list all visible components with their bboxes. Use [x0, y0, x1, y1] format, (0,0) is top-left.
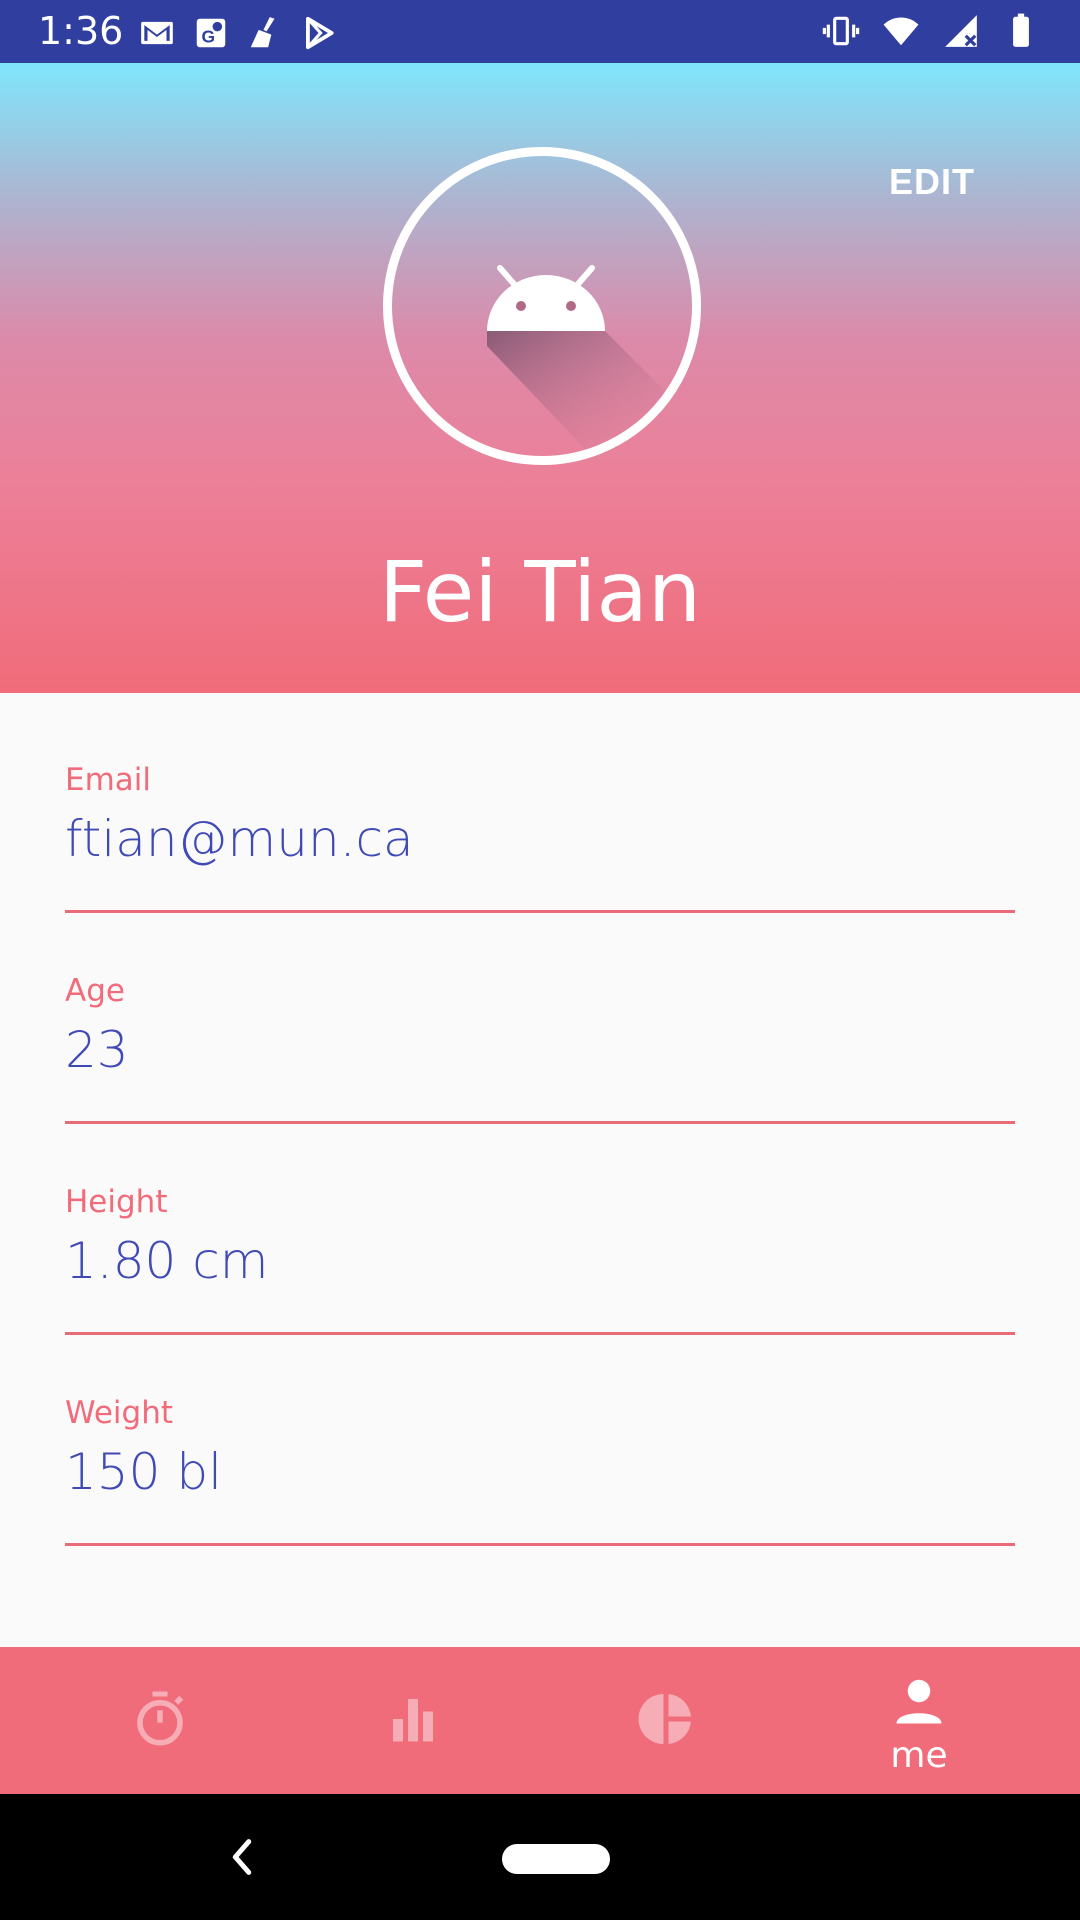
field-underline [65, 910, 1015, 913]
field-label: Email [65, 762, 152, 798]
field-underline [65, 1332, 1015, 1335]
vibrate-icon [822, 16, 860, 46]
bottom-nav: me [0, 1647, 1080, 1794]
android-icon [487, 265, 682, 456]
nav-label-me: me [890, 1735, 948, 1776]
nav-item-timer[interactable] [25, 1647, 295, 1794]
pie-chart-icon [638, 1694, 691, 1744]
nav-item-me[interactable]: me [784, 1647, 1054, 1794]
home-button[interactable] [502, 1844, 610, 1874]
field-value[interactable]: 1.80 cm [65, 1232, 268, 1290]
svg-text:G: G [202, 27, 216, 47]
field-label: Weight [65, 1395, 174, 1431]
maps-icon: G [196, 18, 226, 48]
broom-icon [250, 17, 275, 48]
field-value[interactable]: 150 bl [65, 1443, 222, 1501]
gmail-icon [141, 21, 173, 45]
field-label: Height [65, 1184, 168, 1220]
timer-icon [137, 1691, 184, 1746]
nav-item-chart[interactable] [531, 1647, 801, 1794]
field-value[interactable]: 23 [65, 1021, 129, 1079]
play-store-icon [306, 16, 334, 50]
edit-button[interactable]: EDIT [889, 161, 975, 203]
bar-chart-icon [393, 1699, 433, 1742]
status-bar: 1:36 G [0, 0, 1080, 63]
field-underline [65, 1121, 1015, 1124]
person-icon [896, 1679, 942, 1724]
wifi-icon [883, 17, 919, 46]
signal-icon [945, 15, 977, 47]
status-time: 1:36 [38, 9, 124, 53]
battery-icon [1013, 13, 1029, 47]
nav-item-stats[interactable] [278, 1647, 548, 1794]
profile-header: EDIT Fei Tian [0, 63, 1080, 693]
profile-name: Fei Tian [378, 543, 702, 641]
back-icon[interactable] [220, 1834, 266, 1880]
avatar[interactable] [383, 147, 701, 465]
field-underline [65, 1543, 1015, 1546]
field-label: Age [65, 973, 125, 1009]
field-value[interactable]: ftian@mun.ca [65, 810, 414, 868]
